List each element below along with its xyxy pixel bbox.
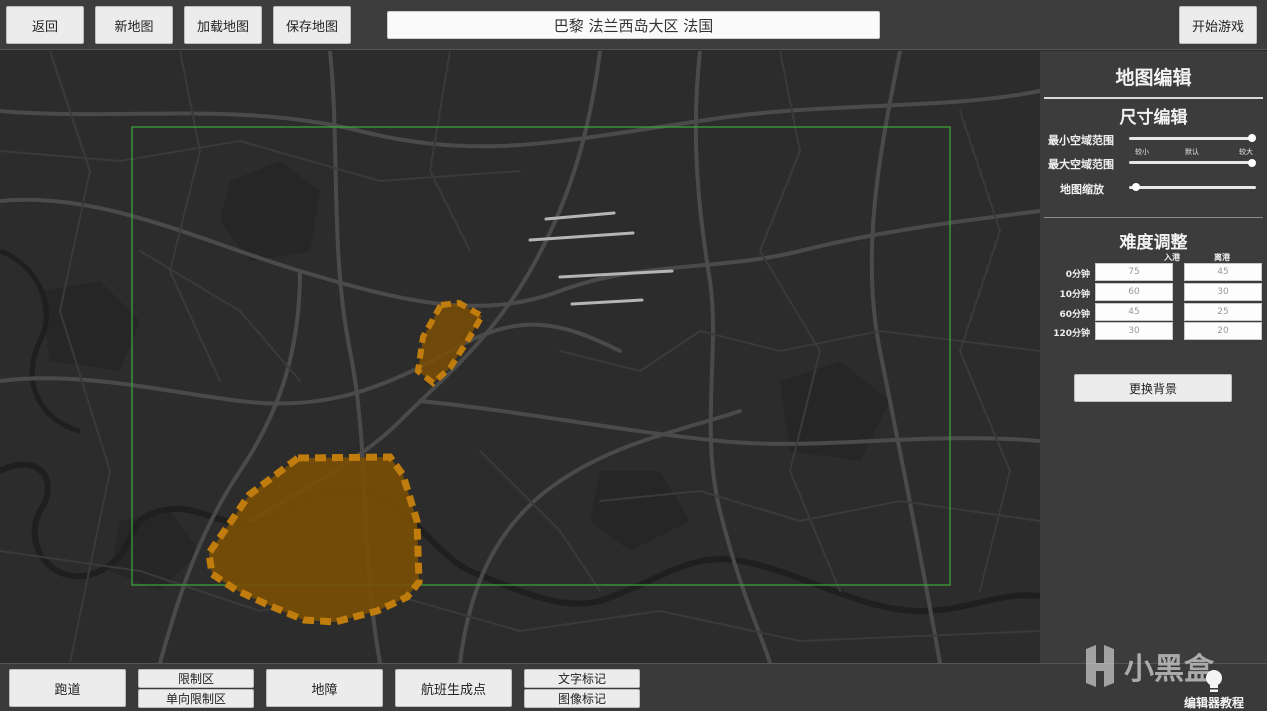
max-airspace-slider-knob[interactable] <box>1248 159 1256 167</box>
departure-rate-input[interactable]: 25 <box>1184 303 1262 321</box>
map-canvas[interactable] <box>0 51 1040 663</box>
new-map-button[interactable]: 新地图 <box>95 6 173 44</box>
difficulty-section-title: 难度调整 <box>1119 233 1188 253</box>
panel-divider-2 <box>1044 217 1263 218</box>
max-airspace-slider[interactable] <box>1129 161 1254 164</box>
back-button[interactable]: 返回 <box>6 6 84 44</box>
col-departure-header: 离港 <box>1214 253 1230 262</box>
panel-title: 地图编辑 <box>1115 67 1192 89</box>
watermark-logo <box>1086 645 1114 687</box>
change-background-button[interactable]: 更换背景 <box>1074 374 1232 402</box>
editor-tutorial-button[interactable]: 编辑器教程 <box>1172 664 1256 711</box>
min-airspace-label: 最小空域范围 <box>1048 134 1114 147</box>
lightbulb-icon <box>1206 670 1222 692</box>
arrival-rate-input[interactable]: 30 <box>1095 322 1173 340</box>
editor-tutorial-label: 编辑器教程 <box>1183 696 1244 710</box>
arrival-rate-input[interactable]: 45 <box>1095 303 1173 321</box>
spawn-point-tool-button[interactable]: 航班生成点 <box>395 669 512 707</box>
restricted-area-tool-button[interactable]: 限制区 <box>138 669 254 688</box>
max-airspace-label: 最大空域范围 <box>1048 158 1114 171</box>
bottom-toolbar: 跑道 限制区 单向限制区 地障 航班生成点 文字标记 图像标记 <box>0 663 1267 711</box>
difficulty-row-label: 60分钟 <box>1059 310 1090 320</box>
oneway-restricted-tool-button[interactable]: 单向限制区 <box>138 689 254 708</box>
panel-divider-1 <box>1044 97 1263 99</box>
map-zoom-slider-knob[interactable] <box>1132 183 1140 191</box>
editor-panel: 地图编辑 尺寸编辑 最小空域范围 较小 默认 较大 最大空域范围 地图缩放 难度… <box>1040 51 1267 663</box>
min-airspace-slider-knob[interactable] <box>1248 134 1256 142</box>
departure-rate-input[interactable]: 20 <box>1184 322 1262 340</box>
slider-tick-large: 较大 <box>1239 148 1253 156</box>
map-editor-window: 返回 新地图 加载地图 保存地图 巴黎 法兰西岛大区 法国 开始游戏 地图编辑 … <box>0 0 1267 711</box>
runway-tool-button[interactable]: 跑道 <box>9 669 126 707</box>
save-map-button[interactable]: 保存地图 <box>273 6 351 44</box>
size-section-title: 尺寸编辑 <box>1119 108 1188 128</box>
map-zoom-label: 地图缩放 <box>1060 183 1104 196</box>
difficulty-row-label: 120分钟 <box>1053 329 1090 339</box>
top-toolbar: 返回 新地图 加载地图 保存地图 巴黎 法兰西岛大区 法国 开始游戏 <box>0 0 1267 50</box>
departure-rate-input[interactable]: 45 <box>1184 263 1262 281</box>
load-map-button[interactable]: 加载地图 <box>184 6 262 44</box>
slider-tick-default: 默认 <box>1185 148 1199 156</box>
col-arrival-header: 入港 <box>1164 253 1180 262</box>
start-game-button[interactable]: 开始游戏 <box>1179 6 1257 44</box>
terrain-tool-button[interactable]: 地障 <box>266 669 383 707</box>
image-marker-tool-button[interactable]: 图像标记 <box>524 689 640 708</box>
difficulty-row-label: 10分钟 <box>1059 290 1090 300</box>
min-airspace-slider[interactable] <box>1129 137 1254 140</box>
arrival-rate-input[interactable]: 60 <box>1095 283 1173 301</box>
map-zoom-slider[interactable] <box>1129 186 1256 189</box>
map-svg <box>0 51 1040 663</box>
text-marker-tool-button[interactable]: 文字标记 <box>524 669 640 688</box>
slider-tick-small: 较小 <box>1135 148 1149 156</box>
difficulty-row-label: 0分钟 <box>1065 270 1090 280</box>
departure-rate-input[interactable]: 30 <box>1184 283 1262 301</box>
map-title-field[interactable]: 巴黎 法兰西岛大区 法国 <box>387 11 880 39</box>
arrival-rate-input[interactable]: 75 <box>1095 263 1173 281</box>
